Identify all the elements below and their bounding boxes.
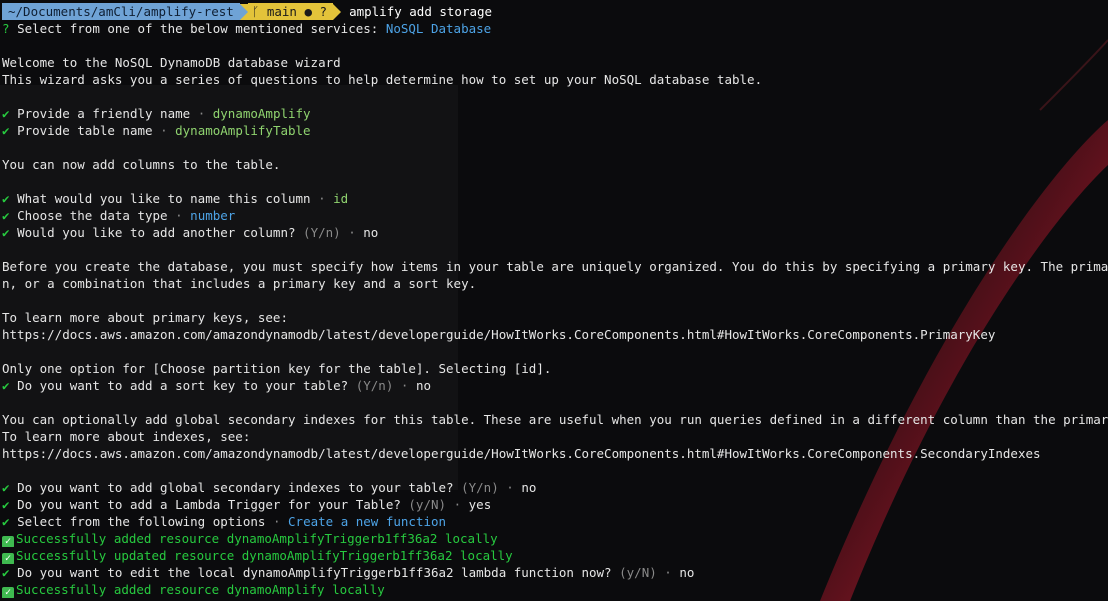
check-icon: ✔ bbox=[2, 106, 10, 121]
check-icon: ✔ bbox=[2, 378, 10, 393]
check-icon: ✔ bbox=[2, 123, 10, 138]
prompt-status-dot: ● bbox=[304, 4, 312, 19]
check-icon: ✔ bbox=[2, 497, 10, 512]
learn-primary-keys-line: To learn more about primary keys, see: bbox=[2, 310, 288, 325]
wizard-desc-line: This wizard asks you a series of questio… bbox=[2, 72, 763, 87]
friendly-name-line: ✔ Provide a friendly name · dynamoAmplif… bbox=[2, 106, 311, 121]
select-service-line: ? Select from one of the below mentioned… bbox=[2, 21, 492, 36]
success-line-1: ✓ Successfully added resource dynamoAmpli… bbox=[2, 530, 1108, 547]
primary-key-desc-line: Before you create the database, you must… bbox=[2, 259, 1108, 274]
table-name-line: ✔ Provide table name · dynamoAmplifyTabl… bbox=[2, 123, 311, 138]
check-icon: ✔ bbox=[2, 565, 10, 580]
learn-indexes-line: To learn more about indexes, see: bbox=[2, 429, 251, 444]
success-check-icon: ✓ bbox=[2, 536, 14, 547]
success-check-icon: ✓ bbox=[2, 587, 14, 598]
add-columns-line: You can now add columns to the table. bbox=[2, 157, 281, 172]
column-name-line: ✔ What would you like to name this colum… bbox=[2, 191, 349, 206]
prompt-status-question: ? bbox=[319, 4, 328, 19]
check-icon: ✔ bbox=[2, 191, 10, 206]
sort-key-line: ✔ Do you want to add a sort key to your … bbox=[2, 378, 432, 393]
lambda-trigger-line: ✔ Do you want to add a Lambda Trigger fo… bbox=[2, 497, 492, 512]
gsi-question-line: ✔ Do you want to add global secondary in… bbox=[2, 480, 537, 495]
indexes-doc-link[interactable]: https://docs.aws.amazon.com/amazondynamo… bbox=[2, 445, 1108, 462]
welcome-line: Welcome to the NoSQL DynamoDB database w… bbox=[2, 55, 341, 70]
git-branch-icon: ᚴ bbox=[251, 4, 260, 19]
only-one-option-line: Only one option for [Choose partition ke… bbox=[2, 361, 552, 376]
edit-lambda-line: ✔ Do you want to edit the local dynamoAm… bbox=[2, 565, 695, 580]
typed-command: amplify add storage bbox=[349, 4, 493, 19]
prompt-separator-arrow bbox=[239, 3, 248, 20]
prompt-path: ~/Documents/amCli/amplify-rest bbox=[2, 3, 240, 20]
check-icon: ✔ bbox=[2, 225, 10, 240]
success-check-icon: ✓ bbox=[2, 553, 14, 564]
shell-prompt: ~/Documents/amCli/amplify-rest ᚴ main ● … bbox=[2, 3, 1108, 20]
primary-key-doc-link[interactable]: https://docs.aws.amazon.com/amazondynamo… bbox=[2, 326, 1108, 343]
prompt-separator-arrow bbox=[333, 3, 342, 20]
select-option-line: ✔ Select from the following options · Cr… bbox=[2, 514, 447, 529]
gsi-desc-line: You can optionally add global secondary … bbox=[2, 412, 1108, 427]
another-column-line: ✔ Would you like to add another column? … bbox=[2, 225, 379, 240]
terminal-output: ~/Documents/amCli/amplify-rest ᚴ main ● … bbox=[2, 3, 1108, 598]
check-icon: ✔ bbox=[2, 480, 10, 495]
check-icon: ✔ bbox=[2, 208, 10, 223]
success-line-3: ✓ Successfully added resource dynamoAmpli… bbox=[2, 581, 1108, 598]
success-line-2: ✓ Successfully updated resource dynamoAmp… bbox=[2, 547, 1108, 564]
check-icon: ✔ bbox=[2, 514, 10, 529]
prompt-git-segment: ᚴ main ● ? bbox=[247, 3, 334, 20]
data-type-line: ✔ Choose the data type · number bbox=[2, 208, 236, 223]
prompt-branch: main bbox=[266, 4, 297, 19]
primary-key-desc-line-2: n, or a combination that includes a prim… bbox=[2, 276, 477, 291]
